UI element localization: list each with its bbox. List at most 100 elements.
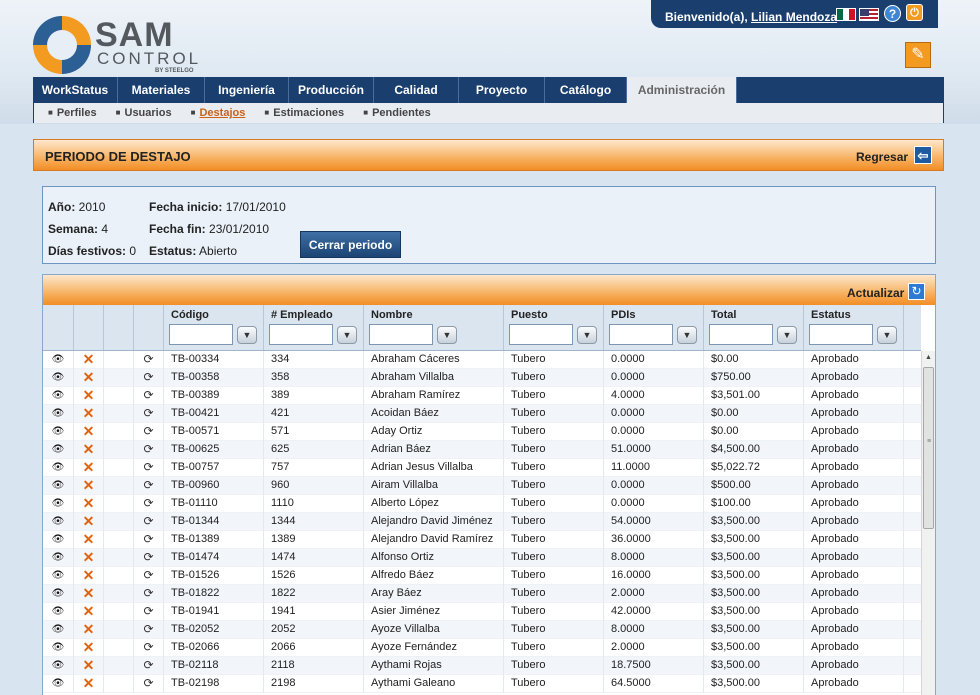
column-header-puesto[interactable]: Puesto <box>511 309 548 321</box>
view-eye-icon[interactable]: 👁 <box>43 657 74 675</box>
scroll-thumb[interactable]: ≡ <box>923 367 934 529</box>
vertical-scrollbar[interactable]: ▲ ≡ <box>921 351 935 695</box>
column-header-pdis[interactable]: PDIs <box>611 309 635 321</box>
filter-input-puesto[interactable] <box>509 324 573 345</box>
usa-flag-icon[interactable] <box>859 8 879 21</box>
table-row[interactable]: 👁 ✕ ⟳ TB-00334 334 Abraham Cáceres Tubero 0.000… <box>43 351 921 369</box>
delete-x-icon[interactable]: ✕ <box>74 549 104 567</box>
view-eye-icon[interactable]: 👁 <box>43 549 74 567</box>
filter-input-codigo[interactable] <box>169 324 233 345</box>
filter-input-total[interactable] <box>709 324 773 345</box>
table-row[interactable]: 👁 ✕ ⟳ TB-00358 358 Abraham Villalba Tubero 0.00… <box>43 369 921 387</box>
refresh-cycle-icon[interactable]: ⟳ <box>134 459 164 477</box>
subnav-item-usuarios[interactable]: ■ Usuarios <box>116 107 180 119</box>
delete-x-icon[interactable]: ✕ <box>74 405 104 423</box>
refresh-cycle-icon[interactable]: ⟳ <box>134 423 164 441</box>
edit-note-icon[interactable]: ✎ <box>905 42 931 68</box>
filter-icon[interactable]: ▼ <box>437 326 457 344</box>
refresh-cycle-icon[interactable]: ⟳ <box>134 621 164 639</box>
refresh-cycle-icon[interactable]: ⟳ <box>134 603 164 621</box>
table-row[interactable]: 👁 ✕ ⟳ TB-01941 1941 Asier Jiménez Tubero 42.000… <box>43 603 921 621</box>
filter-icon[interactable]: ▼ <box>577 326 597 344</box>
scroll-up-icon[interactable]: ▲ <box>922 351 935 364</box>
view-eye-icon[interactable]: 👁 <box>43 531 74 549</box>
delete-x-icon[interactable]: ✕ <box>74 387 104 405</box>
refresh-cycle-icon[interactable]: ⟳ <box>134 369 164 387</box>
delete-x-icon[interactable]: ✕ <box>74 441 104 459</box>
table-row[interactable]: 👁 ✕ ⟳ TB-02066 2066 Ayoze Fernández Tubero 2.00… <box>43 639 921 657</box>
refresh-cycle-icon[interactable]: ⟳ <box>134 549 164 567</box>
column-header-codigo[interactable]: Código <box>171 309 209 321</box>
delete-x-icon[interactable]: ✕ <box>74 423 104 441</box>
refresh-cycle-icon[interactable]: ⟳ <box>134 675 164 693</box>
tab-proyecto[interactable]: Proyecto <box>459 77 545 103</box>
refresh-cycle-icon[interactable]: ⟳ <box>134 531 164 549</box>
view-eye-icon[interactable]: 👁 <box>43 441 74 459</box>
table-row[interactable]: 👁 ✕ ⟳ TB-01526 1526 Alfredo Báez Tubero 16.0000… <box>43 567 921 585</box>
delete-x-icon[interactable]: ✕ <box>74 495 104 513</box>
close-period-button[interactable]: Cerrar periodo <box>300 231 401 258</box>
view-eye-icon[interactable]: 👁 <box>43 603 74 621</box>
table-row[interactable]: 👁 ✕ ⟳ TB-02118 2118 Aythami Rojas Tubero 18.750… <box>43 657 921 675</box>
refresh-cycle-icon[interactable]: ⟳ <box>134 567 164 585</box>
filter-icon[interactable]: ▼ <box>777 326 797 344</box>
view-eye-icon[interactable]: 👁 <box>43 585 74 603</box>
view-eye-icon[interactable]: 👁 <box>43 639 74 657</box>
subnav-item-pendientes[interactable]: ■ Pendientes <box>363 107 439 119</box>
refresh-cycle-icon[interactable]: ⟳ <box>134 387 164 405</box>
back-arrow-icon[interactable]: ⇦ <box>914 146 932 164</box>
tab-calidad[interactable]: Calidad <box>374 77 459 103</box>
delete-x-icon[interactable]: ✕ <box>74 621 104 639</box>
table-row[interactable]: 👁 ✕ ⟳ TB-00625 625 Adrian Báez Tubero 51.0000 $4… <box>43 441 921 459</box>
column-header-nombre[interactable]: Nombre <box>371 309 413 321</box>
table-row[interactable]: 👁 ✕ ⟳ TB-00571 571 Aday Ortiz Tubero 0.0000 $0.0… <box>43 423 921 441</box>
filter-input-empleado[interactable] <box>269 324 333 345</box>
view-eye-icon[interactable]: 👁 <box>43 423 74 441</box>
refresh-cycle-icon[interactable]: ⟳ <box>134 657 164 675</box>
subnav-item-destajos[interactable]: ■ Destajos <box>191 107 254 119</box>
subnav-item-perfiles[interactable]: ■ Perfiles <box>48 107 105 119</box>
refresh-cycle-icon[interactable]: ⟳ <box>134 639 164 657</box>
refresh-cycle-icon[interactable]: ⟳ <box>134 513 164 531</box>
delete-x-icon[interactable]: ✕ <box>74 567 104 585</box>
refresh-cycle-icon[interactable]: ⟳ <box>134 441 164 459</box>
view-eye-icon[interactable]: 👁 <box>43 513 74 531</box>
delete-x-icon[interactable]: ✕ <box>74 459 104 477</box>
view-eye-icon[interactable]: 👁 <box>43 621 74 639</box>
table-row[interactable]: 👁 ✕ ⟳ TB-00960 960 Airam Villalba Tubero 0.0000… <box>43 477 921 495</box>
column-header-total[interactable]: Total <box>711 309 736 321</box>
logout-icon[interactable]: ⏻ <box>906 4 923 21</box>
refresh-cycle-icon[interactable]: ⟳ <box>134 585 164 603</box>
view-eye-icon[interactable]: 👁 <box>43 459 74 477</box>
delete-x-icon[interactable]: ✕ <box>74 603 104 621</box>
tab-materiales[interactable]: Materiales <box>118 77 205 103</box>
table-row[interactable]: 👁 ✕ ⟳ TB-01822 1822 Aray Báez Tubero 2.0000 $3,5… <box>43 585 921 603</box>
delete-x-icon[interactable]: ✕ <box>74 675 104 693</box>
view-eye-icon[interactable]: 👁 <box>43 477 74 495</box>
tab-administracion[interactable]: Administración <box>627 77 737 103</box>
filter-input-pdis[interactable] <box>609 324 673 345</box>
table-row[interactable]: 👁 ✕ ⟳ TB-02198 2198 Aythami Galeano Tubero 64.5… <box>43 675 921 693</box>
delete-x-icon[interactable]: ✕ <box>74 657 104 675</box>
table-row[interactable]: 👁 ✕ ⟳ TB-00389 389 Abraham Ramírez Tubero 4.000… <box>43 387 921 405</box>
delete-x-icon[interactable]: ✕ <box>74 585 104 603</box>
refresh-icon[interactable]: ↻ <box>908 283 925 300</box>
column-header-empleado[interactable]: # Empleado <box>271 309 333 321</box>
filter-icon[interactable]: ▼ <box>237 326 257 344</box>
table-row[interactable]: 👁 ✕ ⟳ TB-00757 757 Adrian Jesus Villalba Tuber… <box>43 459 921 477</box>
view-eye-icon[interactable]: 👁 <box>43 567 74 585</box>
tab-produccion[interactable]: Producción <box>289 77 374 103</box>
refresh-link[interactable]: Actualizar <box>847 286 904 300</box>
view-eye-icon[interactable]: 👁 <box>43 675 74 693</box>
view-eye-icon[interactable]: 👁 <box>43 369 74 387</box>
tab-workstatus[interactable]: WorkStatus <box>33 77 118 103</box>
filter-icon[interactable]: ▼ <box>877 326 897 344</box>
table-row[interactable]: 👁 ✕ ⟳ TB-01389 1389 Alejandro David Ramírez Tu… <box>43 531 921 549</box>
delete-x-icon[interactable]: ✕ <box>74 513 104 531</box>
filter-icon[interactable]: ▼ <box>337 326 357 344</box>
delete-x-icon[interactable]: ✕ <box>74 369 104 387</box>
subnav-item-estimaciones[interactable]: ■ Estimaciones <box>264 107 352 119</box>
table-row[interactable]: 👁 ✕ ⟳ TB-01344 1344 Alejandro David Jiménez Tu… <box>43 513 921 531</box>
table-row[interactable]: 👁 ✕ ⟳ TB-01110 1110 Alberto López Tubero 0.0000… <box>43 495 921 513</box>
refresh-cycle-icon[interactable]: ⟳ <box>134 495 164 513</box>
